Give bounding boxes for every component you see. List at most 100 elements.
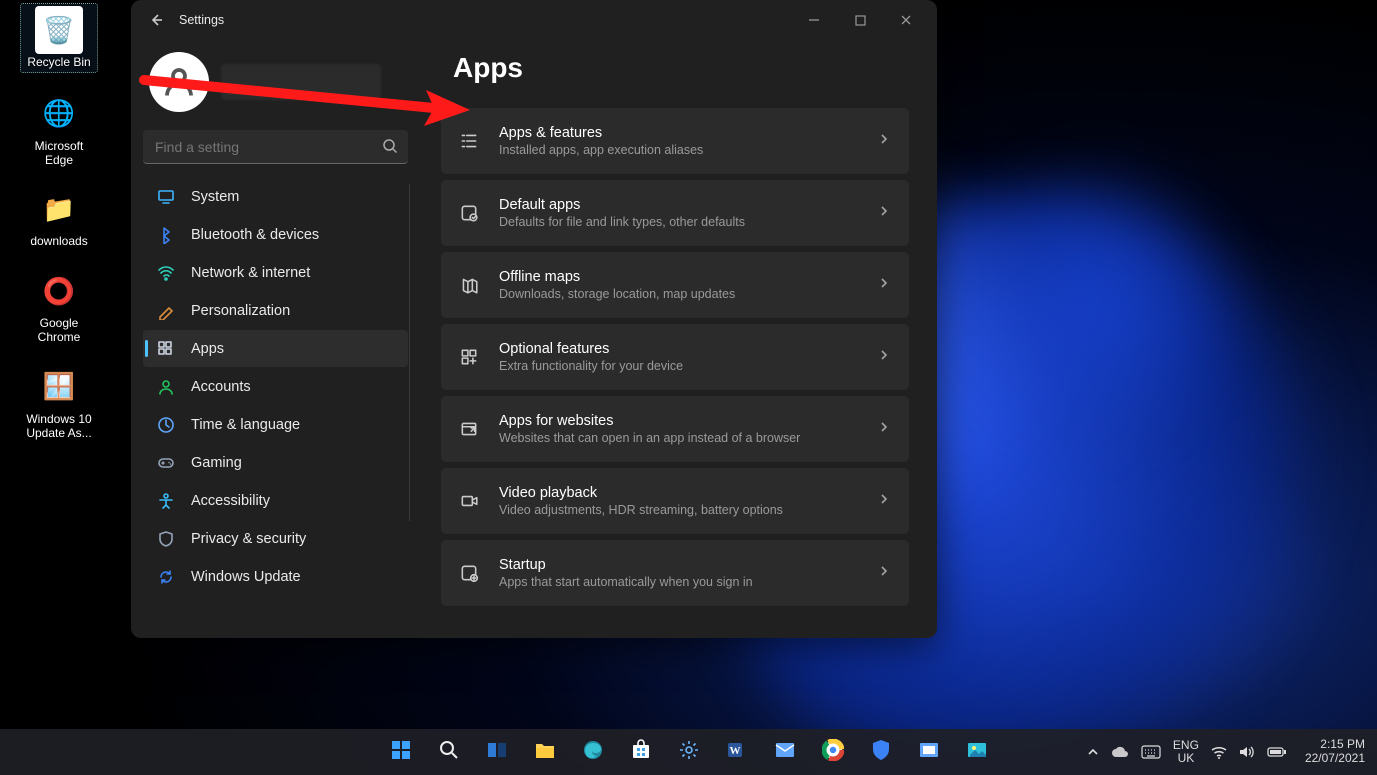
sidebar-item-gaming[interactable]: Gaming [143, 444, 408, 481]
taskbar-start[interactable] [381, 732, 421, 772]
card-subtitle: Defaults for file and link types, other … [499, 215, 877, 229]
taskbar-settings[interactable] [669, 732, 709, 772]
sidebar-item-label: Gaming [191, 455, 242, 471]
card-default-apps[interactable]: Default apps Defaults for file and link … [441, 180, 909, 246]
taskbar-chrome[interactable] [813, 732, 853, 772]
clock-date: 22/07/2021 [1305, 752, 1365, 766]
minimize-icon [808, 14, 820, 26]
sidebar-item-label: Accessibility [191, 493, 270, 509]
content-pane: Apps Apps & features Installed apps, app… [421, 40, 937, 638]
volume-icon[interactable] [1239, 745, 1255, 759]
microsoft-edge-icon: 🌐 [35, 90, 83, 138]
desktop-icon-recycle-bin[interactable]: 🗑️ Recycle Bin [21, 4, 97, 72]
desktop-icons: 🗑️ Recycle Bin 🌐 Microsoft Edge 📁 download… [4, 4, 114, 458]
bluetooth-devices-icon [157, 226, 175, 244]
sidebar-item-label: Privacy & security [191, 531, 306, 547]
sidebar-item-accounts[interactable]: Accounts [143, 368, 408, 405]
sidebar-item-label: Network & internet [191, 265, 310, 281]
battery-icon[interactable] [1267, 746, 1287, 758]
taskbar-photos[interactable] [957, 732, 997, 772]
close-button[interactable] [883, 3, 929, 37]
card-title: Default apps [499, 197, 877, 213]
system-icon [157, 188, 175, 206]
snip-icon [918, 741, 940, 764]
taskbar-task-view[interactable] [477, 732, 517, 772]
sidebar-item-system[interactable]: System [143, 178, 408, 215]
accessibility-icon [157, 492, 175, 510]
sidebar-item-personalization[interactable]: Personalization [143, 292, 408, 329]
card-text: Startup Apps that start automatically wh… [499, 557, 877, 589]
profile-block[interactable] [143, 46, 408, 124]
desktop-icon-downloads[interactable]: 📁 downloads [21, 185, 97, 249]
card-apps-for-websites[interactable]: Apps for websites Websites that can open… [441, 396, 909, 462]
taskbar-mail[interactable] [765, 732, 805, 772]
touch-keyboard-icon[interactable] [1141, 745, 1161, 759]
chevron-right-icon [877, 564, 891, 583]
sidebar-item-network-internet[interactable]: Network & internet [143, 254, 408, 291]
taskbar-snip[interactable] [909, 732, 949, 772]
desktop-icon-microsoft-edge[interactable]: 🌐 Microsoft Edge [21, 90, 97, 168]
desktop-icon-windows-update-assistant[interactable]: 🪟 Windows 10 Update As... [21, 363, 97, 441]
clock-time: 2:15 PM [1305, 738, 1365, 752]
wifi-icon[interactable] [1211, 745, 1227, 759]
windows-update-icon [157, 568, 175, 586]
desktop-icon-google-chrome[interactable]: ⭕ Google Chrome [21, 267, 97, 345]
back-button[interactable] [139, 3, 173, 37]
sidebar-item-privacy-security[interactable]: Privacy & security [143, 520, 408, 557]
taskbar-search[interactable] [429, 732, 469, 772]
nav-list: System Bluetooth & devices Network & int… [143, 178, 408, 595]
settings-window: Settings System [131, 0, 937, 638]
chevron-right-icon [877, 276, 891, 295]
card-startup[interactable]: Startup Apps that start automatically wh… [441, 540, 909, 606]
offline-maps-icon [457, 273, 481, 297]
chevron-right-icon [877, 132, 891, 151]
minimize-button[interactable] [791, 3, 837, 37]
apps-icon [157, 340, 175, 358]
word-icon: W [726, 739, 748, 766]
card-offline-maps[interactable]: Offline maps Downloads, storage location… [441, 252, 909, 318]
clock[interactable]: 2:15 PM 22/07/2021 [1305, 738, 1365, 766]
sidebar-item-label: Accounts [191, 379, 251, 395]
chevron-right-icon [877, 204, 891, 223]
mail-icon [774, 740, 796, 765]
startup-icon [457, 561, 481, 585]
taskbar-store[interactable] [621, 732, 661, 772]
page-title: Apps [453, 52, 909, 84]
sidebar-item-label: Windows Update [191, 569, 301, 585]
tray-chevron-up-icon[interactable] [1087, 746, 1099, 758]
desktop-icon-label: Windows 10 Update As... [21, 413, 97, 441]
sidebar-item-label: System [191, 189, 239, 205]
card-apps-features[interactable]: Apps & features Installed apps, app exec… [441, 108, 909, 174]
card-title: Offline maps [499, 269, 877, 285]
card-text: Apps for websites Websites that can open… [499, 413, 877, 445]
sidebar-item-time-language[interactable]: Time & language [143, 406, 408, 443]
sidebar-item-apps[interactable]: Apps [143, 330, 408, 367]
desktop-icon-label: downloads [21, 235, 97, 249]
file-explorer-icon [534, 740, 556, 765]
default-apps-icon [457, 201, 481, 225]
taskbar-file-explorer[interactable] [525, 732, 565, 772]
svg-text:W: W [729, 745, 740, 757]
card-video-playback[interactable]: Video playback Video adjustments, HDR st… [441, 468, 909, 534]
sidebar-item-windows-update[interactable]: Windows Update [143, 558, 408, 595]
taskbar-edge[interactable] [573, 732, 613, 772]
sidebar-item-accessibility[interactable]: Accessibility [143, 482, 408, 519]
card-subtitle: Installed apps, app execution aliases [499, 143, 877, 157]
keyboard-language[interactable]: ENG UK [1173, 739, 1199, 764]
search-input[interactable] [143, 130, 408, 164]
sidebar-item-label: Time & language [191, 417, 300, 433]
card-text: Optional features Extra functionality fo… [499, 341, 877, 373]
desktop-icon-label: Recycle Bin [21, 56, 97, 70]
card-subtitle: Extra functionality for your device [499, 359, 877, 373]
edge-icon [582, 739, 604, 766]
taskbar-security[interactable] [861, 732, 901, 772]
card-text: Default apps Defaults for file and link … [499, 197, 877, 229]
maximize-button[interactable] [837, 3, 883, 37]
taskbar-word[interactable]: W [717, 732, 757, 772]
settings-search[interactable] [143, 130, 408, 164]
sidebar-item-bluetooth-devices[interactable]: Bluetooth & devices [143, 216, 408, 253]
onedrive-icon[interactable] [1111, 746, 1129, 758]
card-optional-features[interactable]: Optional features Extra functionality fo… [441, 324, 909, 390]
card-subtitle: Downloads, storage location, map updates [499, 287, 877, 301]
chevron-right-icon [877, 420, 891, 439]
